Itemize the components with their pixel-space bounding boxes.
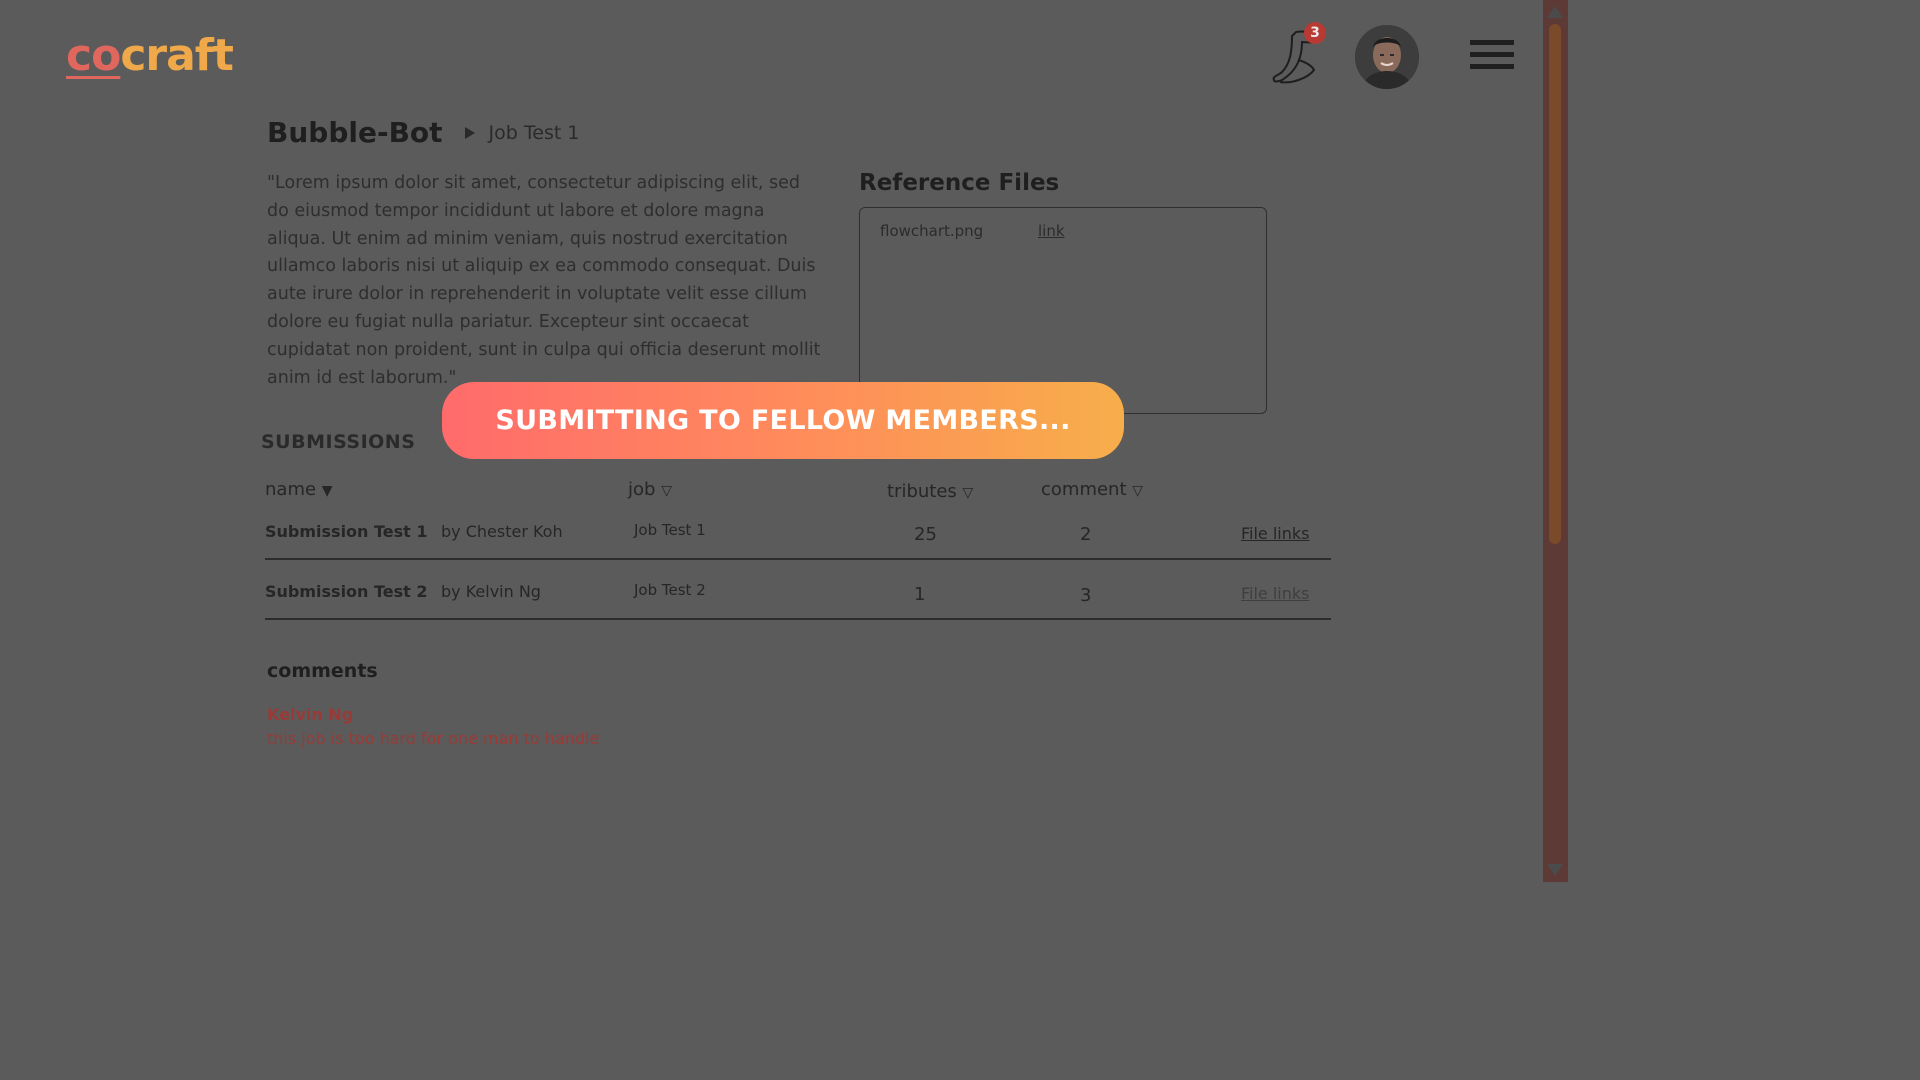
comment-author[interactable]: Kelvin Ng xyxy=(267,705,353,724)
column-header-name-label: name xyxy=(265,479,317,500)
job-description: "Lorem ipsum dolor sit amet, consectetur… xyxy=(267,173,821,388)
reference-file-link[interactable]: link xyxy=(1038,222,1065,240)
column-header-tributes-label: tributes xyxy=(887,481,957,502)
column-header-name[interactable]: name ▼ xyxy=(265,479,333,500)
menu-bar xyxy=(1470,52,1514,57)
cocraft-logo[interactable]: cocraft xyxy=(66,30,234,81)
submission-job: Job Test 1 xyxy=(634,521,706,539)
notification-badge: 3 xyxy=(1304,22,1326,44)
submission-job: Job Test 2 xyxy=(634,581,706,599)
row-divider xyxy=(265,558,1331,560)
comment-text: this job is too hard for one man to hand… xyxy=(267,729,600,748)
breadcrumb-arrow-icon xyxy=(464,126,475,139)
job-title: Job Test 1 xyxy=(488,121,580,144)
submissions-title: SUBMISSIONS xyxy=(261,431,416,453)
file-links[interactable]: File links xyxy=(1241,584,1310,603)
submission-comments: 3 xyxy=(1080,585,1092,606)
scroll-down-arrow-icon[interactable] xyxy=(1547,864,1563,876)
hamburger-menu-icon[interactable] xyxy=(1470,40,1514,74)
reference-files-title: Reference Files xyxy=(859,170,1060,196)
submission-tributes: 1 xyxy=(914,584,926,605)
breadcrumb: Bubble-Bot Job Test 1 xyxy=(267,116,579,149)
sort-icon: ▽ xyxy=(962,485,974,501)
submission-comments: 2 xyxy=(1080,524,1092,545)
reference-file-name: flowchart.png xyxy=(880,222,984,240)
column-header-comment[interactable]: comment ▽ xyxy=(1041,479,1143,500)
logo-co: co xyxy=(66,30,121,81)
sort-icon: ▽ xyxy=(661,483,672,499)
sort-desc-icon: ▼ xyxy=(321,483,333,499)
column-header-job-label: job xyxy=(628,479,656,500)
logo-craft: craft xyxy=(120,30,234,81)
row-divider xyxy=(265,618,1331,620)
column-header-tributes[interactable]: tributes ▽ xyxy=(887,481,973,502)
submission-author: by Kelvin Ng xyxy=(441,582,541,601)
submission-tributes: 25 xyxy=(914,524,937,545)
project-title[interactable]: Bubble-Bot xyxy=(267,116,443,149)
user-avatar[interactable] xyxy=(1355,25,1419,89)
submitting-overlay-banner: SUBMITTING TO FELLOW MEMBERS... xyxy=(442,382,1124,459)
menu-bar xyxy=(1470,64,1514,69)
column-header-comment-label: comment xyxy=(1041,479,1127,500)
sort-icon: ▽ xyxy=(1132,483,1144,499)
file-links[interactable]: File links xyxy=(1241,524,1310,543)
avatar-portrait-icon xyxy=(1355,25,1419,89)
column-header-job[interactable]: job ▽ xyxy=(628,479,672,500)
submission-name[interactable]: Submission Test 2 xyxy=(265,582,428,601)
menu-bar xyxy=(1470,40,1514,45)
submission-name[interactable]: Submission Test 1 xyxy=(265,522,428,541)
comments-title: comments xyxy=(267,660,378,682)
submission-author: by Chester Koh xyxy=(441,522,563,541)
scrollbar-thumb[interactable] xyxy=(1549,24,1561,544)
scroll-up-arrow-icon[interactable] xyxy=(1547,6,1563,18)
